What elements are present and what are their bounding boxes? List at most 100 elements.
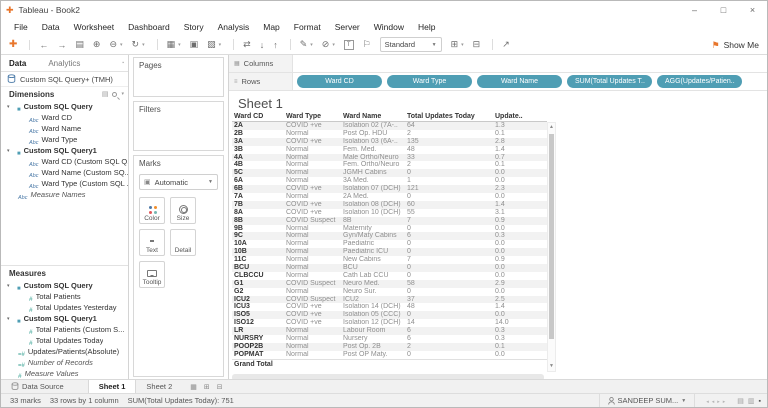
fit-image-icon[interactable]: ⊞ <box>451 39 464 50</box>
table-row[interactable]: NURSRY Normal Nursery 6 0.3 <box>232 335 547 343</box>
save-icon[interactable]: ▤ <box>75 39 84 50</box>
menu-item[interactable]: Help <box>411 19 442 35</box>
highlight-icon[interactable]: ✎ <box>290 39 313 50</box>
expand-caret-icon[interactable]: ▾ <box>7 316 10 322</box>
new-datasource-icon[interactable]: ⊕ <box>93 39 101 50</box>
show-me-button[interactable]: ⚑ Show Me <box>711 35 759 55</box>
pane-menu-icon[interactable]: ▾ <box>121 91 124 97</box>
table-row[interactable]: 2A COVID +ve Isolation 02 (7A-.. 64 1.3 <box>232 122 547 130</box>
field-pill[interactable]: Ward Type <box>387 75 472 88</box>
show-mark-labels-icon[interactable]: ⊘ <box>322 39 335 50</box>
filmstrip-icon[interactable]: ▥ <box>748 398 755 405</box>
sort-ascending-icon[interactable]: ↓ <box>260 40 265 50</box>
nav-previous-icon[interactable]: ◂ <box>712 399 715 405</box>
field-row[interactable]: ▾ Ward Name <box>1 123 128 134</box>
find-field-icon[interactable] <box>112 92 117 97</box>
scroll-down-icon[interactable]: ▼ <box>548 362 555 371</box>
grand-total-row[interactable]: Grand Total <box>232 359 547 368</box>
column-header[interactable]: Update.. <box>493 112 541 121</box>
menu-item[interactable]: Window <box>367 19 411 35</box>
column-header[interactable]: Ward CD <box>232 112 284 121</box>
menu-item[interactable]: Analysis <box>211 19 257 35</box>
table-row[interactable]: LR Normal Labour Room 6 0.3 <box>232 327 547 335</box>
field-pill[interactable]: Ward Name <box>477 75 562 88</box>
field-row[interactable]: ▾ Ward CD <box>1 112 128 123</box>
field-pill[interactable]: Ward CD <box>297 75 382 88</box>
field-row[interactable]: ▾ Ward CD (Custom SQL Q... <box>1 156 128 167</box>
show-tabs-icon[interactable]: ▪ <box>759 398 761 405</box>
pause-auto-updates-icon[interactable]: ⊖ <box>109 39 122 50</box>
nav-next-icon[interactable]: ▸ <box>717 399 720 405</box>
table-row[interactable]: 8B COVID Suspect 8B 7 0.9 <box>232 217 547 225</box>
table-row[interactable]: ISO5 COVID +ve Isolation 05 (CCC) 0 0.0 <box>232 311 547 319</box>
undo-icon[interactable]: ← <box>29 40 48 50</box>
menu-item[interactable]: Data <box>35 19 67 35</box>
table-row[interactable]: G2 Normal Neuro Sur. 0 0.0 <box>232 288 547 296</box>
tableau-logo-icon[interactable]: ✚ <box>9 39 17 50</box>
tab-data[interactable]: Data <box>9 59 26 68</box>
tab-analytics[interactable]: Analytics <box>48 59 80 68</box>
table-row[interactable]: POPMAT Normal Post OP Maty. 0 0.0 <box>232 351 547 359</box>
menu-item[interactable]: File <box>7 19 35 35</box>
pages-shelf[interactable]: Pages <box>133 57 224 97</box>
table-row[interactable]: 11C Normal New Cabins 7 0.9 <box>232 256 547 264</box>
table-row[interactable]: 5C Normal JGMH Cabins 0 0.0 <box>232 169 547 177</box>
mark-type-dropdown[interactable]: ▣ Automatic ▼ <box>139 174 218 190</box>
table-row[interactable]: G1 COVID Suspect Neuro Med. 58 2.9 <box>232 280 547 288</box>
table-row[interactable]: 9C Normal Gyn/Maty Cabins 6 0.3 <box>232 232 547 240</box>
table-row[interactable]: 10A Normal Paediatric 0 0.0 <box>232 240 547 248</box>
view-as-icon[interactable]: ▤ <box>102 90 109 98</box>
fix-axes-icon[interactable]: ⚐ <box>363 39 371 50</box>
field-row[interactable]: ▾ Custom SQL Query <box>1 101 128 112</box>
table-row[interactable]: 10B Normal Paediatric ICU 0 0.0 <box>232 248 547 256</box>
table-row[interactable]: CLBCCU Normal Cath Lab CCU 0 0.0 <box>232 272 547 280</box>
table-row[interactable]: 6B COVID +ve Isolation 07 (DCH) 121 2.3 <box>232 185 547 193</box>
filters-shelf[interactable]: Filters <box>133 101 224 151</box>
column-header[interactable]: Ward Type <box>284 112 341 121</box>
column-header[interactable]: Ward Name <box>341 112 405 121</box>
minimize-button[interactable]: – <box>680 1 709 19</box>
sort-descending-icon[interactable]: ↑ <box>273 40 278 50</box>
table-row[interactable]: 3A COVID +ve Isolation 03 (6A-.. 135 2.8 <box>232 138 547 146</box>
expand-caret-icon[interactable]: ▾ <box>7 104 10 110</box>
color-button[interactable]: Color <box>139 197 165 224</box>
fit-selector[interactable]: Standard ▼ <box>380 37 442 52</box>
nav-first-icon[interactable]: ◂ <box>706 399 709 405</box>
table-row[interactable]: 6A Normal 3A Med. 1 0.0 <box>232 177 547 185</box>
field-row[interactable]: ▾ Total Patients <box>1 291 128 302</box>
table-row[interactable]: 7A Normal 2A Med. 0 0.0 <box>232 193 547 201</box>
scroll-up-icon[interactable]: ▲ <box>548 123 555 132</box>
scrollbar-thumb[interactable] <box>549 134 554 339</box>
maximize-button[interactable]: □ <box>709 1 738 19</box>
table-row[interactable]: 2B Normal Post Op. HDU 2 0.1 <box>232 130 547 138</box>
table-row[interactable]: 7B COVID +ve Isolation 08 (DCH) 60 1.4 <box>232 201 547 209</box>
clear-sheet-icon[interactable]: ▧ <box>207 39 221 50</box>
table-row[interactable]: ICU3 COVID +ve Isolation 14 (DCH) 48 1.4 <box>232 303 547 311</box>
field-pill[interactable]: SUM(Total Updates T.. <box>567 75 652 88</box>
table-row[interactable]: 3B Normal Fem. Med. 48 1.4 <box>232 146 547 154</box>
expand-caret-icon[interactable]: ▾ <box>7 148 10 154</box>
table-row[interactable]: 4A Normal Male Ortho/Neuro 33 0.7 <box>232 154 547 162</box>
field-row[interactable]: ▾ Ward Name (Custom SQ... <box>1 167 128 178</box>
table-row[interactable]: POOP2B Normal Post Op. 2B 2 0.1 <box>232 343 547 351</box>
text-button[interactable]: Text <box>139 229 165 256</box>
menu-item[interactable]: Format <box>287 19 328 35</box>
field-row[interactable]: ▾ Custom SQL Query1 <box>1 313 128 324</box>
vertical-scrollbar[interactable]: ▲ ▼ <box>547 122 556 372</box>
text-label-icon[interactable]: T <box>344 40 354 50</box>
user-menu[interactable]: SANDEEP SUM... ▼ <box>599 394 696 407</box>
menu-item[interactable]: Story <box>177 19 211 35</box>
menu-item[interactable]: Worksheet <box>67 19 121 35</box>
tooltip-button[interactable]: Tooltip <box>139 261 165 288</box>
menu-item[interactable]: Map <box>256 19 287 35</box>
field-row[interactable]: ▾ Custom SQL Query <box>1 280 128 291</box>
redo-icon[interactable]: → <box>57 40 66 50</box>
table-row[interactable]: BCU Normal BCU 0 0.0 <box>232 264 547 272</box>
nav-last-icon[interactable]: ▸ <box>723 399 726 405</box>
field-row[interactable]: ▾ Measure Values <box>1 368 128 379</box>
menu-item[interactable]: Server <box>328 19 367 35</box>
field-row[interactable]: ▾ Total Patients (Custom S... <box>1 324 128 335</box>
detail-button[interactable]: Detail <box>170 229 196 256</box>
new-worksheet-icon[interactable]: ▦ <box>157 39 181 50</box>
column-header[interactable]: Total Updates Today <box>405 112 493 121</box>
